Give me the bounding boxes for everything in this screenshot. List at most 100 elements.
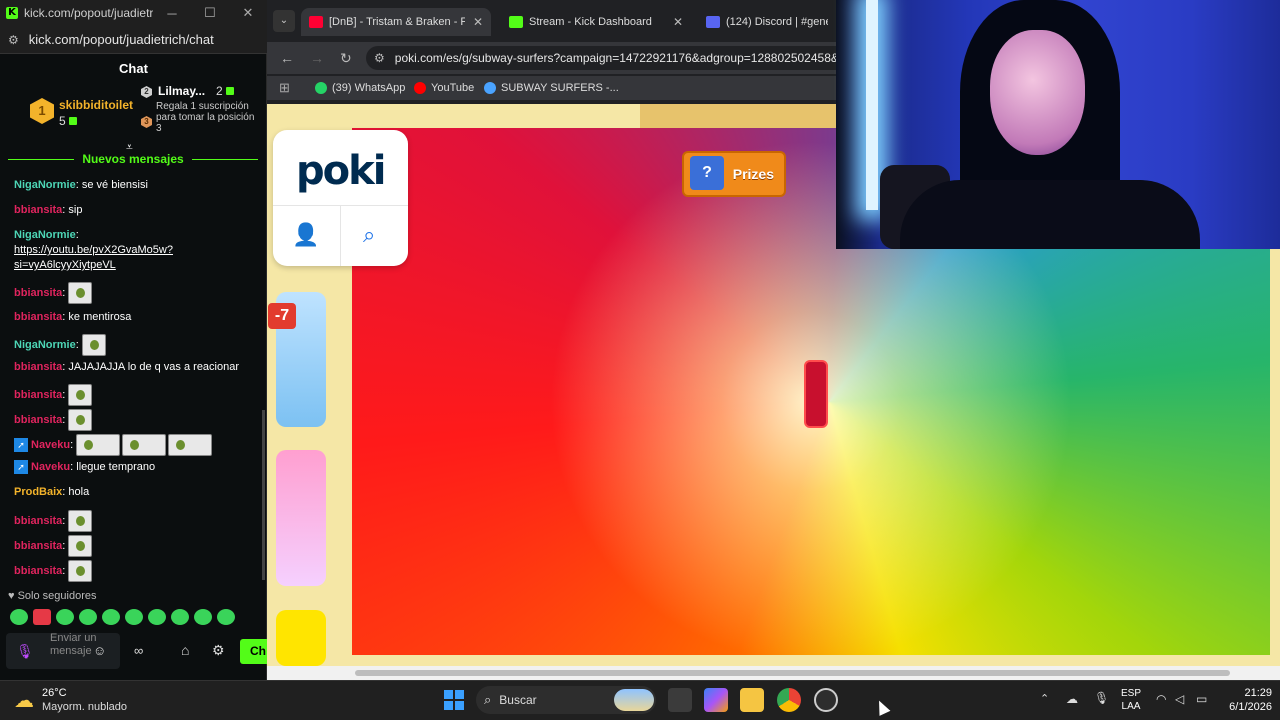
chat-message: bbiansita: bbox=[14, 510, 93, 532]
chat-username[interactable]: bbiansita bbox=[14, 311, 62, 323]
chat-emote[interactable] bbox=[168, 434, 213, 456]
chat-username[interactable]: Naveku bbox=[31, 439, 70, 451]
weather-description[interactable]: Mayorm. nublado bbox=[42, 701, 127, 713]
show-hidden-icons-icon[interactable]: ⌃ bbox=[1040, 692, 1049, 705]
clock-time[interactable]: 21:29 bbox=[1232, 687, 1272, 699]
leaderboard-first-count: 5 bbox=[59, 114, 77, 128]
emote-icon[interactable] bbox=[56, 609, 74, 625]
address-bar[interactable]: ⚙ poki.com/es/g/subway-surfers?campaign=… bbox=[366, 46, 836, 70]
weather-temperature[interactable]: 26°C bbox=[42, 687, 67, 699]
game-tile[interactable] bbox=[276, 450, 326, 586]
channel-points-icon[interactable]: ∞ bbox=[134, 643, 143, 658]
gift-icon bbox=[68, 117, 77, 125]
game-tile[interactable] bbox=[276, 610, 326, 666]
chat-username[interactable]: bbiansita bbox=[14, 287, 62, 299]
forward-icon[interactable]: → bbox=[310, 50, 324, 66]
store-icon[interactable]: ⌂ bbox=[181, 642, 189, 658]
copilot-icon[interactable] bbox=[704, 688, 728, 712]
emote-icon[interactable] bbox=[148, 609, 166, 625]
chat-message: bbiansita: sip bbox=[14, 203, 82, 218]
chat-emote[interactable] bbox=[76, 434, 121, 456]
chrome-icon[interactable] bbox=[777, 688, 801, 712]
chat-username[interactable]: NigaNormie bbox=[14, 229, 76, 241]
browser-tab[interactable]: (124) Discord | #general | bbox=[698, 8, 836, 36]
chat-username[interactable]: bbiansita bbox=[14, 565, 62, 577]
emote-icon[interactable] bbox=[125, 609, 143, 625]
emote-icon[interactable] bbox=[102, 609, 120, 625]
site-settings-icon[interactable]: ⚙ bbox=[8, 33, 19, 47]
chat-username[interactable]: bbiansita bbox=[14, 540, 62, 552]
close-tab-icon[interactable]: ✕ bbox=[665, 15, 683, 29]
apps-grid-icon[interactable]: ⊞ bbox=[279, 80, 290, 96]
battery-icon[interactable]: ▭ bbox=[1196, 692, 1207, 706]
onedrive-icon[interactable]: ☁ bbox=[1066, 692, 1078, 706]
chat-emote[interactable] bbox=[81, 334, 106, 356]
search-icon[interactable]: ⌕ bbox=[363, 222, 375, 248]
chat-link[interactable]: si=vyA6lcyyXiytpeVL bbox=[14, 259, 116, 271]
chat-url-bar[interactable]: ⚙ kick.com/popout/juadietrich/chat bbox=[0, 26, 267, 54]
chat-username[interactable]: bbiansita bbox=[14, 361, 62, 373]
file-explorer-icon[interactable] bbox=[740, 688, 764, 712]
chat-link[interactable]: https://youtu.be/pvX2GvaMo5w? bbox=[14, 244, 173, 256]
subscriber-badge-icon: ➚ bbox=[14, 438, 28, 452]
emote-icon[interactable] bbox=[79, 609, 97, 625]
chat-window-titlebar[interactable]: K kick.com/popout/juadietric... ─ ☐ ✕ bbox=[0, 0, 267, 26]
close-icon[interactable]: ✕ bbox=[229, 5, 267, 21]
back-icon[interactable]: ← bbox=[280, 50, 294, 66]
chat-emote[interactable] bbox=[68, 409, 93, 431]
chat-message: ➚ Naveku: bbox=[14, 434, 214, 456]
microphone-icon[interactable]: 🎙 bbox=[16, 643, 34, 660]
wifi-icon[interactable]: ◠ bbox=[1156, 692, 1166, 706]
maximize-icon[interactable]: ☐ bbox=[191, 5, 229, 21]
chat-scrollbar[interactable] bbox=[262, 410, 265, 580]
obs-icon[interactable] bbox=[814, 688, 838, 712]
chat-send-button[interactable]: Ch bbox=[240, 639, 267, 664]
site-info-icon[interactable]: ⚙ bbox=[374, 51, 385, 65]
task-view-icon[interactable] bbox=[668, 688, 692, 712]
kick-logo-icon: K bbox=[6, 7, 18, 19]
chat-username[interactable]: Naveku bbox=[31, 461, 70, 473]
chat-username[interactable]: bbiansita bbox=[14, 389, 62, 401]
leaderboard-first-name[interactable]: skibbiditoilet bbox=[59, 98, 133, 112]
chat-emote[interactable] bbox=[68, 560, 93, 582]
chat-username[interactable]: bbiansita bbox=[14, 515, 62, 527]
gear-icon[interactable]: ⚙ bbox=[212, 642, 225, 659]
emote-icon[interactable] bbox=[194, 609, 212, 625]
emoji-icon[interactable]: ☺ bbox=[93, 643, 106, 658]
chat-emote[interactable] bbox=[68, 535, 93, 557]
microphone-icon[interactable]: 🎙 bbox=[1094, 691, 1109, 705]
emote-icon[interactable] bbox=[33, 609, 51, 625]
weather-icon[interactable]: ☁ bbox=[14, 688, 34, 713]
user-icon[interactable]: 👤 bbox=[292, 222, 319, 248]
start-button[interactable] bbox=[444, 690, 464, 710]
bookmark-item[interactable]: (39) WhatsApp bbox=[315, 82, 405, 94]
bookmark-item[interactable]: SUBWAY SURFERS -... bbox=[484, 82, 619, 94]
page-horizontal-scrollbar[interactable] bbox=[267, 666, 1280, 680]
browser-tab[interactable]: Stream - Kick Dashboard ✕ bbox=[501, 8, 691, 36]
clock-date[interactable]: 6/1/2026 bbox=[1222, 701, 1272, 713]
leaderboard-second-name[interactable]: Lilmay... bbox=[158, 84, 205, 98]
emote-icon[interactable] bbox=[171, 609, 189, 625]
tab-search-icon[interactable]: ⌄ bbox=[273, 10, 295, 32]
chat-username[interactable]: bbiansita bbox=[14, 204, 62, 216]
emote-icon[interactable] bbox=[10, 609, 28, 625]
chat-message-text: hola bbox=[68, 486, 90, 498]
emote-icon[interactable] bbox=[217, 609, 235, 625]
close-tab-icon[interactable]: ✕ bbox=[465, 15, 483, 29]
chat-username[interactable]: bbiansita bbox=[14, 414, 62, 426]
chat-emote[interactable] bbox=[68, 282, 93, 304]
input-language[interactable]: ESP LAA bbox=[1118, 687, 1144, 713]
chat-emote[interactable] bbox=[68, 510, 93, 532]
poki-logo[interactable]: poki bbox=[296, 148, 386, 194]
chat-username[interactable]: NigaNormie bbox=[14, 179, 76, 191]
chat-emote[interactable] bbox=[68, 384, 93, 406]
volume-icon[interactable]: ◁ bbox=[1175, 692, 1184, 706]
browser-tab[interactable]: [DnB] - Tristam & Braken - Fram✕ bbox=[301, 8, 491, 36]
minimize-icon[interactable]: ─ bbox=[153, 6, 191, 21]
chat-username[interactable]: NigaNormie bbox=[14, 339, 76, 351]
bookmark-item[interactable]: YouTube bbox=[414, 82, 474, 94]
reload-icon[interactable]: ↻ bbox=[340, 50, 352, 67]
chat-username[interactable]: ProdBaix bbox=[14, 486, 62, 498]
chat-emote[interactable] bbox=[122, 434, 167, 456]
new-messages-divider[interactable]: Nuevos mensajes bbox=[8, 152, 259, 166]
